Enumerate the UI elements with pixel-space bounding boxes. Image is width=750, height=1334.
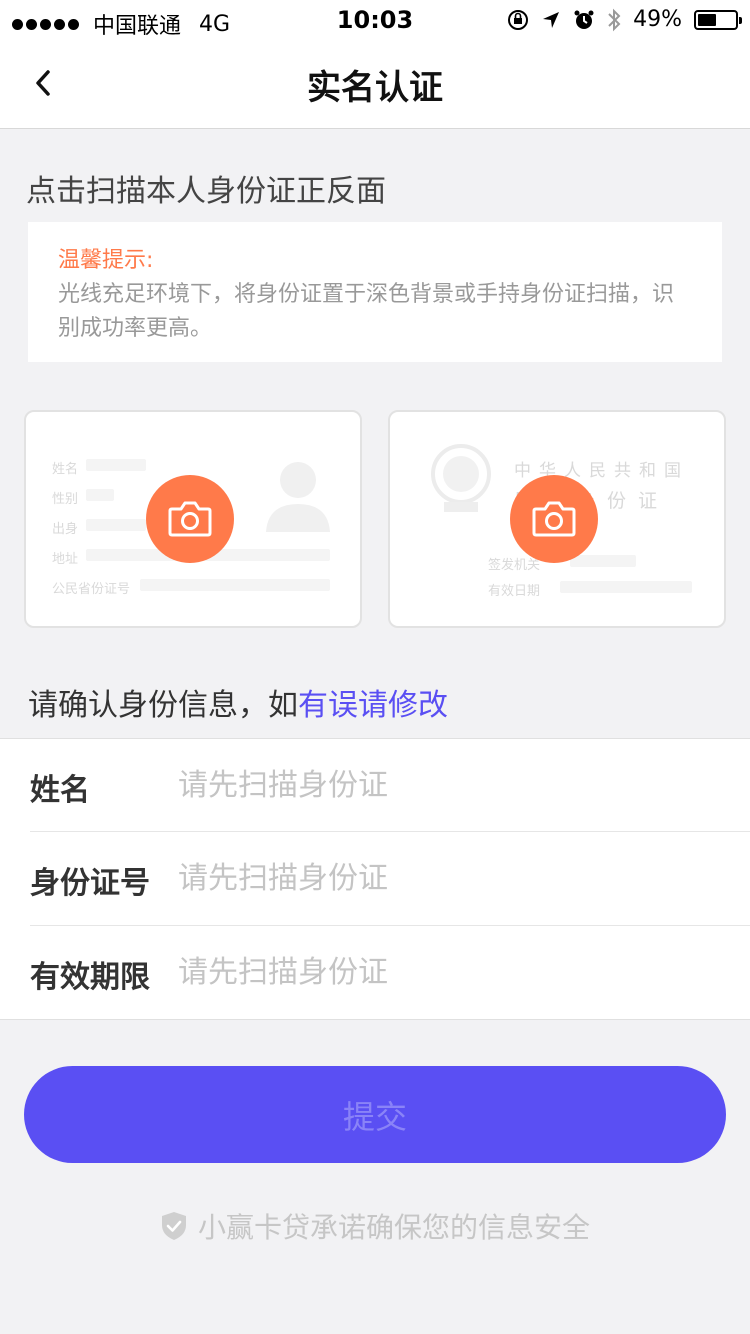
validity-input[interactable] bbox=[176, 946, 700, 998]
id-number-input[interactable] bbox=[176, 852, 700, 904]
status-right: 49% bbox=[507, 7, 742, 32]
bluetooth-icon bbox=[608, 8, 621, 31]
scan-section-title: 点击扫描本人身份证正反面 bbox=[26, 174, 386, 209]
id-front-label-name: 姓名 bbox=[52, 462, 79, 477]
camera-icon[interactable] bbox=[510, 475, 598, 563]
portrait-silhouette-icon bbox=[266, 462, 330, 532]
identity-form: 姓名 身份证号 有效期限 bbox=[0, 738, 750, 1020]
battery-percent: 49% bbox=[633, 7, 682, 32]
id-number-label: 身份证号 bbox=[30, 866, 150, 901]
name-input[interactable] bbox=[176, 759, 700, 811]
id-front-label-birth: 出身 bbox=[52, 522, 79, 537]
nav-bar: 实名认证 bbox=[0, 40, 750, 129]
rotation-lock-icon bbox=[508, 9, 529, 30]
id-front-label-id-number: 公民省份证号 bbox=[52, 582, 131, 597]
national-emblem-icon bbox=[431, 444, 491, 512]
form-row-validity: 有效期限 bbox=[30, 926, 750, 1018]
battery-icon bbox=[694, 9, 742, 30]
id-front-label-address: 地址 bbox=[52, 552, 79, 567]
id-front-label-gender: 性别 bbox=[52, 492, 79, 507]
id-back-label-validity: 有效日期 bbox=[488, 584, 541, 599]
shield-check-icon bbox=[161, 1212, 186, 1240]
id-card-front-scan[interactable]: 姓名 性别 出身 地址 公民省份证号 bbox=[24, 410, 362, 628]
form-row-name: 姓名 bbox=[30, 739, 750, 831]
id-card-back-scan[interactable]: 中华人民共和国 居民身份证 签发机关 有效日期 bbox=[388, 410, 726, 628]
alarm-icon bbox=[574, 10, 594, 29]
location-arrow-icon bbox=[543, 11, 560, 28]
name-label: 姓名 bbox=[30, 773, 90, 808]
form-row-id-number: 身份证号 bbox=[30, 832, 750, 924]
tip-box: 温馨提示: 光线充足环境下，将身份证置于深色背景或手持身份证扫描，识别成功率更高… bbox=[28, 222, 722, 362]
validity-label: 有效期限 bbox=[30, 960, 150, 995]
tip-body: 光线充足环境下，将身份证置于深色背景或手持身份证扫描，识别成功率更高。 bbox=[58, 282, 675, 341]
security-promise: 小赢卡贷承诺确保您的信息安全 bbox=[0, 1206, 750, 1246]
tip-heading: 温馨提示: bbox=[58, 248, 154, 273]
status-bar: 中国联通 4G 10:03 49% bbox=[0, 0, 750, 40]
confirm-text: 请确认身份信息，如有误请修改 bbox=[28, 680, 448, 724]
battery-level bbox=[698, 13, 716, 26]
edit-info-link[interactable]: 有误请修改 bbox=[298, 688, 448, 723]
camera-icon[interactable] bbox=[146, 475, 234, 563]
security-promise-text: 小赢卡贷承诺确保您的信息安全 bbox=[197, 1211, 590, 1244]
confirm-prompt: 请确认身份信息，如 bbox=[28, 688, 298, 723]
submit-button[interactable]: 提交 bbox=[24, 1066, 726, 1163]
page-title: 实名认证 bbox=[307, 68, 443, 108]
